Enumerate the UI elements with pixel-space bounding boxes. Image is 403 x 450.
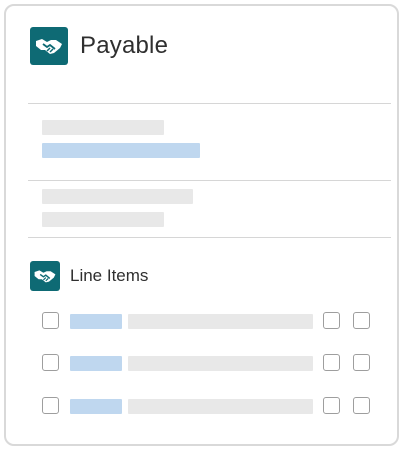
action-checkbox[interactable] [323,354,340,371]
divider [28,237,391,238]
line-item-row [42,397,378,417]
action-checkbox[interactable] [353,397,370,414]
line-item-link[interactable] [70,356,122,371]
line-item-row [42,312,378,332]
section-title: Line Items [70,266,149,285]
placeholder-label [42,120,164,135]
divider [28,103,391,104]
line-item-description [128,314,313,329]
line-item-row [42,354,378,374]
action-checkbox[interactable] [353,312,370,329]
handshake-icon [30,27,68,65]
line-item-link[interactable] [70,314,122,329]
row-checkbox[interactable] [42,312,59,329]
page-title: Payable [80,32,169,59]
payable-card: Payable Line Items [4,4,399,446]
line-item-description [128,399,313,414]
line-item-link[interactable] [70,399,122,414]
line-item-description [128,356,313,371]
placeholder-label [42,189,193,204]
action-checkbox[interactable] [353,354,370,371]
row-checkbox[interactable] [42,397,59,414]
line-items-header: Line Items [30,261,148,291]
card-header: Payable [30,26,168,66]
row-checkbox[interactable] [42,354,59,371]
action-checkbox[interactable] [323,312,340,329]
placeholder-value [42,212,164,227]
handshake-icon [30,261,60,291]
divider [28,180,391,181]
action-checkbox[interactable] [323,397,340,414]
placeholder-link[interactable] [42,143,200,158]
